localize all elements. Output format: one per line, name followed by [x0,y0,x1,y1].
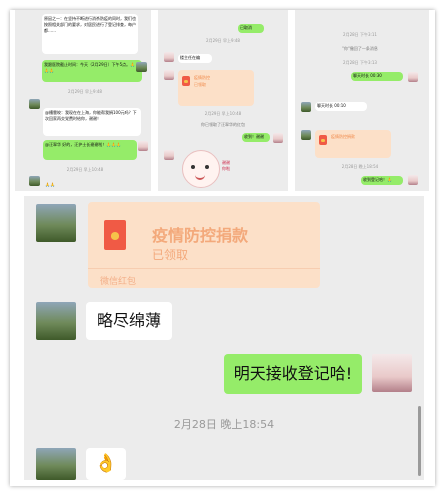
message-bubble: 已取消 [238,24,264,33]
avatar [36,448,76,480]
message-bubble: @汪翠华 好的，汪护士长谢谢啦！🙏🙏🙏 [43,140,137,160]
emoji-message: 👌 [86,448,126,480]
message-bubble: 聊天时长 00:30 [351,72,403,81]
main-chat-screenshot: 疫情防控捐款 已领取 微信红包 略尽绵薄 明天接收登记哈! 2月28日 晚上18… [24,196,424,480]
timestamp: 2月29日 早上10:48 [204,111,242,116]
avatar [136,62,147,72]
packet-title: 疫情防控捐款 [152,226,249,245]
message-bubble: 原因之一：在坚持不断进行消杀防疫的同时，我们也按照相关部门的要求，对居民进行了登… [42,14,138,54]
avatar [29,176,40,186]
message-bubble: 我跟医院截止时间：今天（2月29日）下午5点。🙏🙏🙏 [42,60,142,82]
avatar [408,175,418,185]
message-bubble: @槽雲皎：我现在在上海，你能帮我捐100元吗？下次回家再交党费时给你，谢谢！ [43,108,141,136]
avatar [138,141,148,151]
avatar [301,130,311,140]
chat-screenshot-3: 2月28日 下午3:11 "你"撤回了一条消息 2月28日 下午3:13 聊天时… [295,10,429,191]
timestamp: 2月29日 早上9:48 [206,38,240,43]
packet-title: 疫情防控捐款 [331,134,355,139]
system-note: "你"撤回了一条消息 [342,46,378,51]
chat-screenshot-2: 已取消 2月29日 早上9:48 楼主任在编 疫情防控 已领取 2月29日 早上… [158,10,288,191]
message-bubble: 聊天时长 00:10 [315,102,367,111]
timestamp: 2月29日 早上10:48 [66,167,104,172]
scrollbar[interactable] [418,406,421,476]
message-bubble: 收到！谢谢 [242,133,270,142]
system-note: 你已领取了汪翠华的红包 [201,122,245,127]
avatar [164,150,174,160]
packet-footer: 微信红包 [100,277,137,287]
avatar [29,99,40,109]
avatar [164,70,174,80]
red-packet-icon [319,135,327,145]
timestamp: 2月29日 早上9:48 [68,89,102,94]
avatar [273,133,283,143]
timestamp: 2月28日 下午3:11 [343,32,377,37]
packet-status: 已领取 [194,82,206,87]
avatar [301,102,311,112]
message-bubble: 略尽绵薄 [86,302,172,340]
avatar [36,204,76,242]
message-bubble: 明天接收登记哈! [224,354,362,394]
packet-status: 已领取 [152,248,189,262]
red-packet-icon [182,76,190,86]
avatar [372,354,412,392]
avatar [164,52,174,62]
red-packet[interactable]: 疫情防控 已领取 [178,70,254,106]
sticker-text: 谢谢你啦 [222,160,230,171]
timestamp: 2月28日 晚上18:54 [341,164,379,169]
message-bubble: 收到登记哈！🙏 [361,176,403,185]
packet-title: 疫情防控 [194,75,210,80]
timestamp: 2月28日 晚上18:54 [173,418,275,431]
avatar [408,72,418,82]
avatar [36,302,76,340]
sticker [182,150,220,188]
red-packet[interactable]: 疫情防控捐款 [315,130,391,158]
red-packet[interactable]: 疫情防控捐款 已领取 微信红包 [88,202,320,288]
message-bubble: 楼主任在编 [178,54,212,63]
red-packet-icon [104,220,126,250]
chat-screenshot-1: 原因之一：在坚持不断进行消杀防疫的同时，我们也按照相关部门的要求，对居民进行了登… [15,10,151,191]
emoji: 🙏🙏 [45,182,55,187]
timestamp: 2月28日 下午3:13 [343,60,377,65]
